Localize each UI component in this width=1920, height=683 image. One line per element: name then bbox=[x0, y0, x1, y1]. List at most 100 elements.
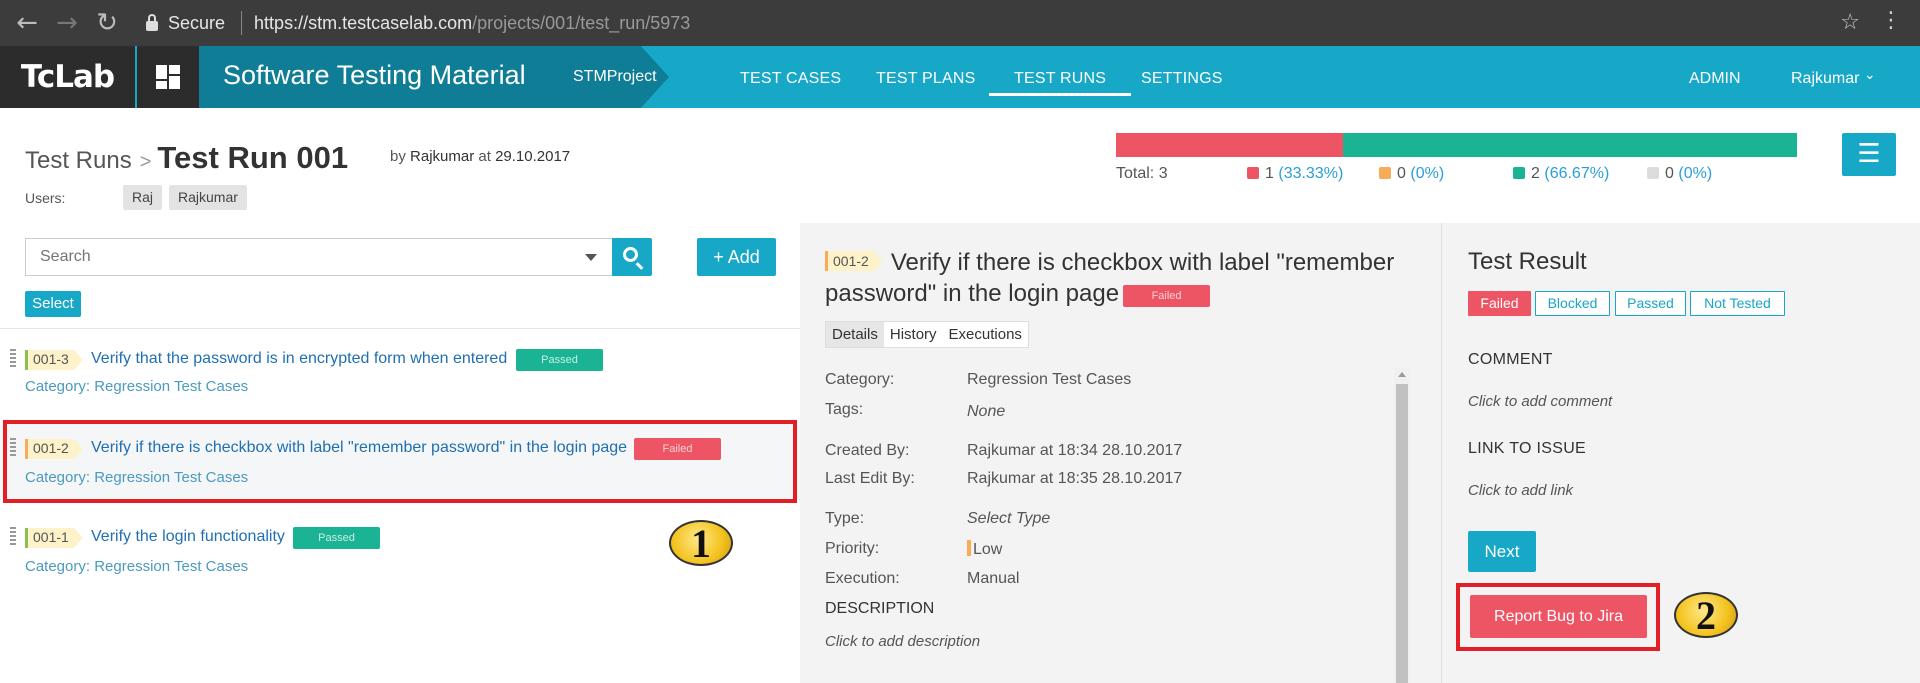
bookmark-star-icon[interactable]: ☆ bbox=[1840, 10, 1860, 35]
test-case-title[interactable]: Verify the login functionality bbox=[91, 528, 285, 546]
browser-menu-icon[interactable]: ⋮ bbox=[1880, 8, 1902, 33]
priority-text: Low bbox=[973, 541, 1003, 558]
breadcrumb-test-runs[interactable]: Test Runs bbox=[25, 147, 132, 174]
browser-toolbar: ← → ↻ Secure https://stm.testcaselab.com… bbox=[0, 0, 1920, 46]
scrollbar-thumb[interactable] bbox=[1396, 384, 1408, 683]
breadcrumb: Test Runs > Test Run 001 bbox=[25, 140, 348, 176]
result-blocked-button[interactable]: Blocked bbox=[1535, 291, 1610, 316]
nav-test-runs[interactable]: TEST RUNS bbox=[989, 70, 1132, 96]
tags-label: Tags: bbox=[825, 401, 864, 418]
add-button[interactable]: + Add bbox=[697, 238, 776, 276]
drag-handle-icon[interactable] bbox=[10, 527, 16, 547]
lock-icon bbox=[146, 14, 158, 31]
result-failed-button[interactable]: Failed bbox=[1468, 291, 1531, 316]
detail-scrollbar[interactable] bbox=[1394, 368, 1410, 683]
hamburger-menu-icon[interactable]: ☰ bbox=[1842, 133, 1896, 176]
test-case-title[interactable]: Verify that the password is in encrypted… bbox=[91, 350, 507, 368]
test-case-category: Category: Regression Test Cases bbox=[25, 558, 248, 575]
forward-icon[interactable]: → bbox=[54, 8, 80, 38]
run-byline: by Rajkumar at 29.10.2017 bbox=[390, 148, 570, 165]
category-link[interactable]: Regression Test Cases bbox=[94, 558, 248, 575]
created-label: Created By: bbox=[825, 442, 910, 459]
created-value: Rajkumar at 18:34 28.10.2017 bbox=[967, 442, 1183, 459]
blocked-stat: 0 (0%) bbox=[1379, 165, 1444, 183]
nav-settings[interactable]: SETTINGS bbox=[1141, 70, 1223, 88]
chevron-down-icon: ⌄ bbox=[1863, 67, 1876, 83]
link-to-issue-label: LINK TO ISSUE bbox=[1468, 440, 1587, 457]
passed-stat: 2 (66.67%) bbox=[1513, 165, 1609, 183]
secure-label: Secure bbox=[168, 12, 226, 33]
dropdown-caret-icon[interactable] bbox=[585, 254, 597, 261]
tab-executions[interactable]: Executions bbox=[943, 322, 1028, 347]
run-date: 29.10.2017 bbox=[495, 148, 571, 165]
not-tested-square-icon bbox=[1647, 167, 1659, 179]
user-dropdown[interactable]: Rajkumar ⌄ bbox=[1791, 67, 1876, 88]
brand-title[interactable]: Software Testing Material bbox=[223, 60, 526, 91]
results-progress-bar bbox=[1116, 133, 1797, 157]
apps-grid-button[interactable] bbox=[135, 46, 199, 108]
reload-icon[interactable]: ↻ bbox=[94, 8, 120, 38]
annotation-number-2: 2 bbox=[1674, 592, 1738, 638]
test-case-row[interactable]: 001-3 Verify that the password is in enc… bbox=[0, 340, 800, 410]
nav-test-cases[interactable]: TEST CASES bbox=[740, 70, 841, 88]
tags-value[interactable]: None bbox=[967, 403, 1005, 421]
detail-id: 001-2 bbox=[825, 251, 883, 271]
admin-link[interactable]: ADMIN bbox=[1689, 70, 1741, 88]
category-value: Regression Test Cases bbox=[967, 371, 1132, 388]
run-author: Rajkumar bbox=[410, 148, 475, 165]
url-host: https://stm.testcaselab.com bbox=[254, 12, 473, 33]
priority-marker-icon bbox=[967, 540, 971, 556]
blocked-pct: (0%) bbox=[1410, 165, 1445, 182]
link-placeholder[interactable]: Click to add link bbox=[1468, 482, 1573, 499]
passed-segment bbox=[1342, 133, 1797, 157]
priority-value[interactable]: Low bbox=[967, 540, 1002, 559]
scroll-up-icon[interactable] bbox=[1398, 372, 1406, 377]
category-label: Category: bbox=[825, 371, 895, 388]
list-divider bbox=[0, 328, 800, 329]
user-chip[interactable]: Rajkumar bbox=[169, 185, 247, 210]
project-name[interactable]: STMProject bbox=[573, 68, 657, 86]
comment-placeholder[interactable]: Click to add comment bbox=[1468, 393, 1612, 410]
detail-tabs: Details History Executions bbox=[825, 321, 1029, 348]
passed-square-icon bbox=[1513, 167, 1525, 179]
users-label: Users: bbox=[25, 190, 66, 206]
result-not-tested-button[interactable]: Not Tested bbox=[1690, 291, 1785, 316]
not-tested-pct: (0%) bbox=[1678, 165, 1713, 182]
blocked-count: 0 bbox=[1397, 165, 1406, 182]
search-field[interactable] bbox=[25, 238, 613, 276]
drag-handle-icon[interactable] bbox=[10, 349, 16, 369]
description-placeholder[interactable]: Click to add description bbox=[825, 633, 980, 650]
brand-banner: Software Testing Material STMProject bbox=[199, 46, 669, 108]
logo-area[interactable]: TcLab bbox=[0, 46, 135, 108]
category-link[interactable]: Regression Test Cases bbox=[94, 378, 248, 395]
page-title: Test Run 001 bbox=[157, 140, 349, 175]
report-bug-to-jira-button[interactable]: Report Bug to Jira bbox=[1470, 595, 1647, 638]
test-result-panel: Test Result Failed Blocked Passed Not Te… bbox=[1441, 223, 1920, 683]
tab-details[interactable]: Details bbox=[826, 322, 884, 347]
next-button[interactable]: Next bbox=[1468, 531, 1536, 572]
category-prefix: Category: bbox=[25, 558, 91, 575]
failed-count: 1 bbox=[1265, 165, 1274, 182]
category-prefix: Category: bbox=[25, 378, 91, 395]
execution-label: Execution: bbox=[825, 570, 900, 587]
select-button[interactable]: Select bbox=[25, 291, 81, 317]
status-badge: Passed bbox=[516, 349, 603, 371]
tab-history[interactable]: History bbox=[884, 322, 943, 347]
at-label: at bbox=[478, 148, 491, 165]
type-label: Type: bbox=[825, 510, 865, 527]
breadcrumb-separator: > bbox=[139, 151, 152, 173]
not-tested-count: 0 bbox=[1665, 165, 1674, 182]
test-case-id: 001-3 bbox=[25, 350, 83, 370]
search-button[interactable] bbox=[612, 238, 652, 276]
address-bar[interactable]: https://stm.testcaselab.com/projects/001… bbox=[254, 13, 690, 34]
edited-label: Last Edit By: bbox=[825, 470, 915, 487]
tclab-logo: TcLab bbox=[20, 59, 115, 95]
search-input[interactable] bbox=[26, 239, 546, 275]
user-chip[interactable]: Raj bbox=[123, 185, 163, 210]
result-passed-button[interactable]: Passed bbox=[1615, 291, 1686, 316]
nav-test-plans[interactable]: TEST PLANS bbox=[876, 70, 976, 88]
back-icon[interactable]: ← bbox=[14, 8, 40, 38]
grid-icon bbox=[156, 65, 180, 89]
annotation-number-1: 1 bbox=[669, 520, 733, 566]
type-value[interactable]: Select Type bbox=[967, 510, 1050, 528]
